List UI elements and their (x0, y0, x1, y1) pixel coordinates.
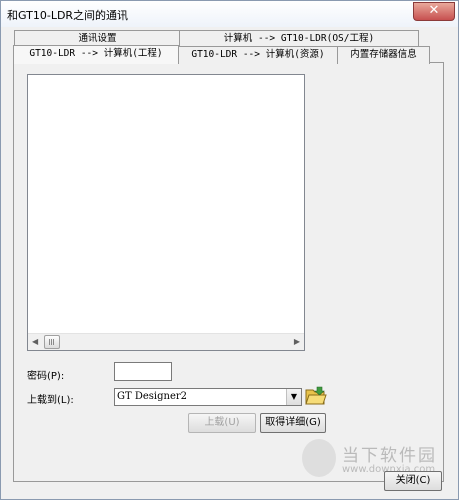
folder-open-icon[interactable] (305, 386, 327, 406)
scroll-thumb[interactable] (44, 335, 60, 349)
scroll-right-icon[interactable]: ▶ (294, 337, 300, 346)
tab-internal-memory-info[interactable]: 内置存储器信息 (337, 46, 430, 64)
dropdown-arrow-icon[interactable]: ▼ (286, 389, 301, 405)
upload-button[interactable]: 上载(U) (188, 413, 256, 433)
window-title: 和GT10-LDR之间的通讯 (7, 9, 129, 22)
get-details-button[interactable]: 取得详细(G) (260, 413, 326, 433)
tab-gt10-to-pc-project[interactable]: GT10-LDR --> 计算机(工程) (13, 45, 179, 64)
watermark-text: 当下软件园 (342, 446, 437, 466)
tab-gt10-to-pc-resource[interactable]: GT10-LDR --> 计算机(资源) (178, 46, 338, 64)
scroll-left-icon[interactable]: ◀ (32, 337, 38, 346)
window-close-button[interactable]: ✕ (413, 2, 455, 21)
project-list[interactable]: ◀ ▶ (27, 74, 305, 351)
title-bar[interactable]: 和GT10-LDR之间的通讯 ✕ (1, 1, 458, 27)
password-label: 密码(P): (27, 371, 65, 382)
horizontal-scrollbar[interactable]: ◀ ▶ (28, 333, 304, 350)
upload-to-value: GT Designer2 (117, 391, 188, 402)
upload-to-select[interactable]: GT Designer2 ▼ (114, 388, 302, 406)
close-button[interactable]: 关闭(C) (384, 471, 442, 491)
watermark-logo-icon (302, 439, 336, 477)
password-input[interactable] (114, 362, 172, 381)
upload-to-label: 上载到(L): (27, 395, 74, 406)
